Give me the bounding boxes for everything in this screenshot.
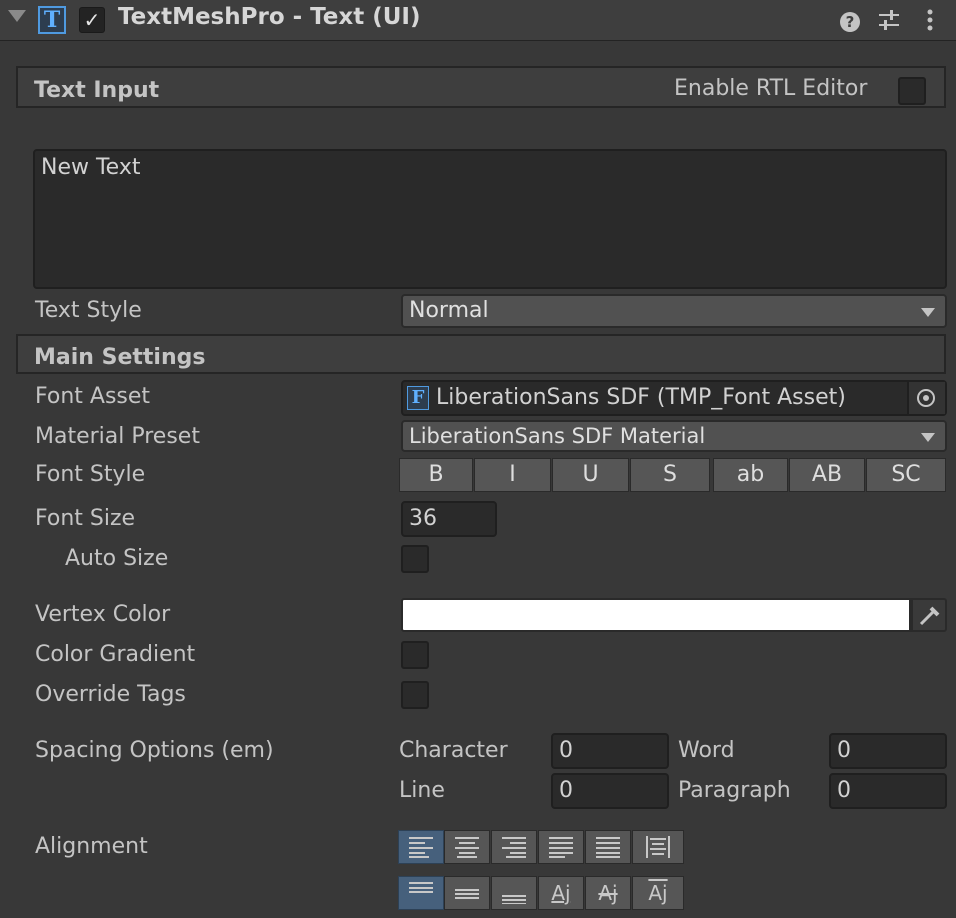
main-settings-section-title: Main Settings [34, 345, 206, 370]
component-enabled-checkbox[interactable]: ✓ [79, 7, 105, 33]
vertex-color-swatch[interactable] [401, 598, 911, 632]
font-style-smallcaps-button[interactable]: SC [866, 458, 946, 492]
baseline-glyph: Aj [551, 881, 571, 905]
alignment-label: Alignment [35, 834, 148, 859]
color-gradient-label: Color Gradient [35, 642, 196, 667]
textmeshpro-component-icon: T [38, 6, 66, 34]
vertex-color-label: Vertex Color [35, 602, 171, 627]
text-input-area[interactable]: New Text [33, 149, 947, 289]
chevron-down-icon [921, 308, 935, 317]
align-middle-icon[interactable] [444, 876, 490, 910]
word-spacing-label: Word [678, 738, 735, 763]
main-settings-section-header[interactable]: Main Settings [16, 334, 946, 374]
chevron-down-icon [921, 433, 935, 442]
midline-glyph: Aj [598, 881, 618, 905]
align-midline-icon[interactable]: Aj [585, 876, 631, 910]
object-picker-icon[interactable] [907, 382, 945, 414]
text-input-section-title: Text Input [34, 78, 160, 103]
font-style-uppercase-button[interactable]: AB [789, 458, 865, 492]
font-style-bold-button[interactable]: B [399, 458, 473, 492]
paragraph-spacing-label: Paragraph [678, 778, 791, 803]
foldout-arrow-icon[interactable] [8, 10, 26, 22]
font-asset-label: Font Asset [35, 384, 151, 409]
align-top-icon[interactable] [398, 876, 444, 910]
material-preset-dropdown[interactable]: LiberationSans SDF Material [401, 420, 947, 452]
font-asset-value: LiberationSans SDF (TMP_Font Asset) [436, 385, 846, 410]
character-spacing-label: Character [399, 738, 508, 763]
align-flush-icon[interactable] [585, 830, 631, 864]
font-style-label: Font Style [35, 462, 146, 487]
text-style-dropdown[interactable]: Normal [401, 294, 947, 328]
eyedropper-icon[interactable] [911, 598, 947, 632]
spacing-options-label: Spacing Options (em) [35, 738, 274, 763]
auto-size-checkbox[interactable] [401, 545, 429, 573]
align-capline-icon[interactable]: Aj [632, 876, 684, 910]
word-spacing-input[interactable]: 0 [829, 733, 947, 769]
material-preset-label: Material Preset [35, 424, 200, 449]
line-spacing-label: Line [399, 778, 445, 803]
component-title: TextMeshPro - Text (UI) [118, 4, 421, 30]
font-size-input[interactable]: 36 [401, 501, 497, 537]
kebab-menu-icon[interactable] [917, 6, 943, 34]
text-style-value: Normal [409, 298, 489, 323]
font-asset-field[interactable]: F LiberationSans SDF (TMP_Font Asset) [401, 380, 947, 416]
font-style-underline-button[interactable]: U [552, 458, 629, 492]
align-justified-icon[interactable] [538, 830, 584, 864]
material-preset-value: LiberationSans SDF Material [409, 424, 706, 448]
font-asset-icon: F [407, 386, 429, 410]
align-center-icon[interactable] [444, 830, 490, 864]
font-style-italic-button[interactable]: I [474, 458, 551, 492]
override-tags-checkbox[interactable] [401, 681, 429, 709]
font-style-strikethrough-button[interactable]: S [630, 458, 710, 492]
auto-size-label: Auto Size [65, 546, 169, 571]
override-tags-label: Override Tags [35, 682, 186, 707]
preset-sliders-icon[interactable] [876, 6, 902, 34]
align-left-icon[interactable] [398, 830, 444, 864]
paragraph-spacing-input[interactable]: 0 [829, 773, 947, 809]
line-spacing-input[interactable]: 0 [551, 773, 669, 809]
align-geometry-center-icon[interactable] [632, 830, 684, 864]
enable-rtl-editor-label: Enable RTL Editor [674, 76, 868, 101]
help-icon[interactable]: ? [837, 6, 863, 34]
character-spacing-input[interactable]: 0 [551, 733, 669, 769]
align-baseline-icon[interactable]: Aj [538, 876, 584, 910]
text-input-section-header[interactable]: Text Input Enable RTL Editor [16, 66, 946, 108]
align-right-icon[interactable] [491, 830, 537, 864]
align-bottom-icon[interactable] [491, 876, 537, 910]
font-size-label: Font Size [35, 506, 136, 531]
text-style-label: Text Style [35, 298, 142, 323]
color-gradient-checkbox[interactable] [401, 641, 429, 669]
capline-glyph: Aj [648, 881, 668, 905]
enable-rtl-editor-checkbox[interactable] [898, 77, 926, 105]
font-style-lowercase-button[interactable]: ab [713, 458, 788, 492]
